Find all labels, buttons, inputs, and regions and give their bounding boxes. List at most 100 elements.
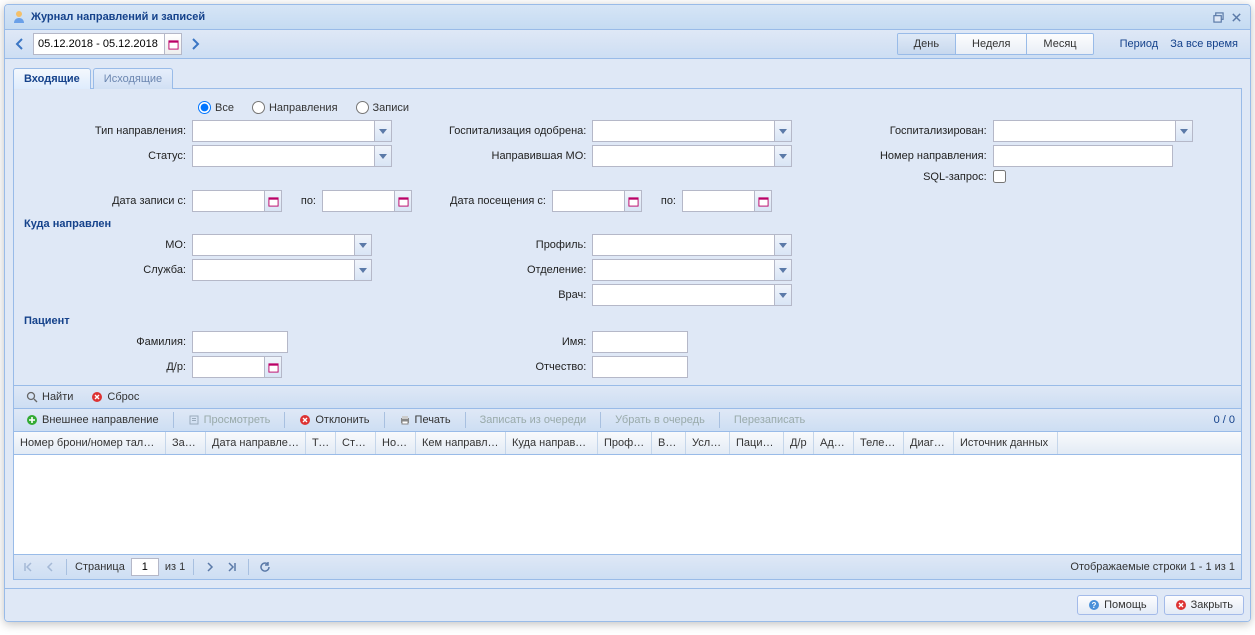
hospitalized-combo[interactable] xyxy=(993,120,1193,142)
rebook-button[interactable]: Перезаписать xyxy=(728,412,811,428)
grid-col-header[interactable]: Номер брони/номер талона ЭО xyxy=(14,432,166,454)
footer: ?Помощь Закрыть xyxy=(5,588,1250,621)
grid-col-header[interactable]: Телефон xyxy=(854,432,904,454)
find-button[interactable]: Найти xyxy=(20,389,79,405)
search-bar: Найти Сброс xyxy=(13,386,1242,409)
chevron-down-icon[interactable] xyxy=(354,260,371,280)
grid-body[interactable] xyxy=(13,455,1242,555)
reject-button[interactable]: Отклонить xyxy=(293,412,375,428)
calendar-icon[interactable] xyxy=(624,191,641,211)
refresh-icon[interactable] xyxy=(257,559,273,575)
help-button[interactable]: ?Помощь xyxy=(1077,595,1158,615)
chevron-down-icon[interactable] xyxy=(374,146,391,166)
tab-outgoing[interactable]: Исходящие xyxy=(93,68,173,89)
firstname-field[interactable] xyxy=(592,331,688,353)
type-label: Тип направления: xyxy=(22,125,192,137)
all-time-link[interactable]: За все время xyxy=(1170,38,1238,50)
from-queue-button[interactable]: Записать из очереди xyxy=(474,412,593,428)
rec-to-label: по: xyxy=(282,195,322,207)
grid-col-header[interactable]: Адрес xyxy=(814,432,854,454)
print-button[interactable]: Печать xyxy=(393,412,457,428)
hospitalized-label: Госпитализирован: xyxy=(843,125,993,137)
service-combo[interactable] xyxy=(192,259,372,281)
grid-col-header[interactable]: Пациент xyxy=(730,432,784,454)
grid-col-header[interactable]: Врач xyxy=(652,432,686,454)
department-combo[interactable] xyxy=(592,259,792,281)
view-button[interactable]: Просмотреть xyxy=(182,412,277,428)
calendar-trigger-icon[interactable] xyxy=(164,34,181,54)
grid-col-header[interactable]: Д/р xyxy=(784,432,814,454)
grid-col-header[interactable]: Куда направлен xyxy=(506,432,598,454)
grid-col-header[interactable]: Дата направления xyxy=(206,432,306,454)
prev-page-icon[interactable] xyxy=(42,559,58,575)
dob-field[interactable] xyxy=(192,356,282,378)
radio-directions[interactable]: Направления xyxy=(252,101,338,114)
chevron-down-icon[interactable] xyxy=(774,146,791,166)
calendar-icon[interactable] xyxy=(264,191,281,211)
direction-no-field[interactable] xyxy=(993,145,1173,167)
close-icon[interactable] xyxy=(1229,10,1244,25)
seg-week[interactable]: Неделя xyxy=(956,34,1027,54)
doctor-label: Врач: xyxy=(432,289,592,301)
calendar-icon[interactable] xyxy=(264,357,281,377)
grid-col-header[interactable]: Запись xyxy=(166,432,206,454)
profile-label: Профиль: xyxy=(432,239,592,251)
hosp-approved-label: Госпитализация одобрена: xyxy=(432,125,592,137)
chevron-down-icon[interactable] xyxy=(374,121,391,141)
rec-from-date[interactable] xyxy=(192,190,282,212)
next-page-icon[interactable] xyxy=(202,559,218,575)
titlebar: Журнал направлений и записей xyxy=(5,5,1250,30)
display-info: Отображаемые строки 1 - 1 из 1 xyxy=(1070,561,1235,573)
grid-col-header[interactable]: Услуга xyxy=(686,432,730,454)
grid-toolbar: Внешнее направление Просмотреть Отклонит… xyxy=(13,409,1242,432)
hosp-approved-combo[interactable] xyxy=(592,120,792,142)
close-button[interactable]: Закрыть xyxy=(1164,595,1244,615)
rec-to-date[interactable] xyxy=(322,190,412,212)
restore-icon[interactable] xyxy=(1211,10,1226,25)
grid-col-header[interactable]: Профиль xyxy=(598,432,652,454)
chevron-down-icon[interactable] xyxy=(774,285,791,305)
profile-combo[interactable] xyxy=(592,234,792,256)
visit-from-date[interactable] xyxy=(552,190,642,212)
first-page-icon[interactable] xyxy=(20,559,36,575)
sql-checkbox[interactable] xyxy=(993,170,1006,183)
visit-to-date[interactable] xyxy=(682,190,772,212)
grid-col-header[interactable]: Источник данных xyxy=(954,432,1058,454)
period-link[interactable]: Период xyxy=(1120,38,1159,50)
filter-radio-group: Все Направления Записи xyxy=(198,101,1233,114)
reset-button[interactable]: Сброс xyxy=(85,389,145,405)
grid-col-header[interactable]: Кем направлен xyxy=(416,432,506,454)
grid-col-header[interactable]: Диагноз xyxy=(904,432,954,454)
seg-month[interactable]: Месяц xyxy=(1027,34,1092,54)
grid-col-header[interactable]: Тип xyxy=(306,432,336,454)
grid-col-header[interactable]: Статус xyxy=(336,432,376,454)
last-page-icon[interactable] xyxy=(224,559,240,575)
dest-title: Куда направлен xyxy=(24,218,1233,230)
doctor-combo[interactable] xyxy=(592,284,792,306)
tab-incoming[interactable]: Входящие xyxy=(13,68,91,89)
date-range-field[interactable] xyxy=(33,33,182,55)
radio-records[interactable]: Записи xyxy=(356,101,410,114)
mo-combo[interactable] xyxy=(192,234,372,256)
prev-arrow-icon[interactable] xyxy=(11,35,29,53)
status-combo[interactable] xyxy=(192,145,392,167)
lastname-field[interactable] xyxy=(192,331,288,353)
grid-col-header[interactable]: Номер xyxy=(376,432,416,454)
calendar-icon[interactable] xyxy=(754,191,771,211)
chevron-down-icon[interactable] xyxy=(774,121,791,141)
type-combo[interactable] xyxy=(192,120,392,142)
date-range-input[interactable] xyxy=(34,36,164,52)
page-input[interactable] xyxy=(131,558,159,576)
patronymic-field[interactable] xyxy=(592,356,688,378)
chevron-down-icon[interactable] xyxy=(1175,121,1192,141)
seg-day[interactable]: День xyxy=(898,34,956,54)
radio-all[interactable]: Все xyxy=(198,101,234,114)
to-queue-button[interactable]: Убрать в очередь xyxy=(609,412,711,428)
external-direction-button[interactable]: Внешнее направление xyxy=(20,412,165,428)
referring-mo-combo[interactable] xyxy=(592,145,792,167)
chevron-down-icon[interactable] xyxy=(774,260,791,280)
chevron-down-icon[interactable] xyxy=(774,235,791,255)
next-arrow-icon[interactable] xyxy=(186,35,204,53)
chevron-down-icon[interactable] xyxy=(354,235,371,255)
calendar-icon[interactable] xyxy=(394,191,411,211)
